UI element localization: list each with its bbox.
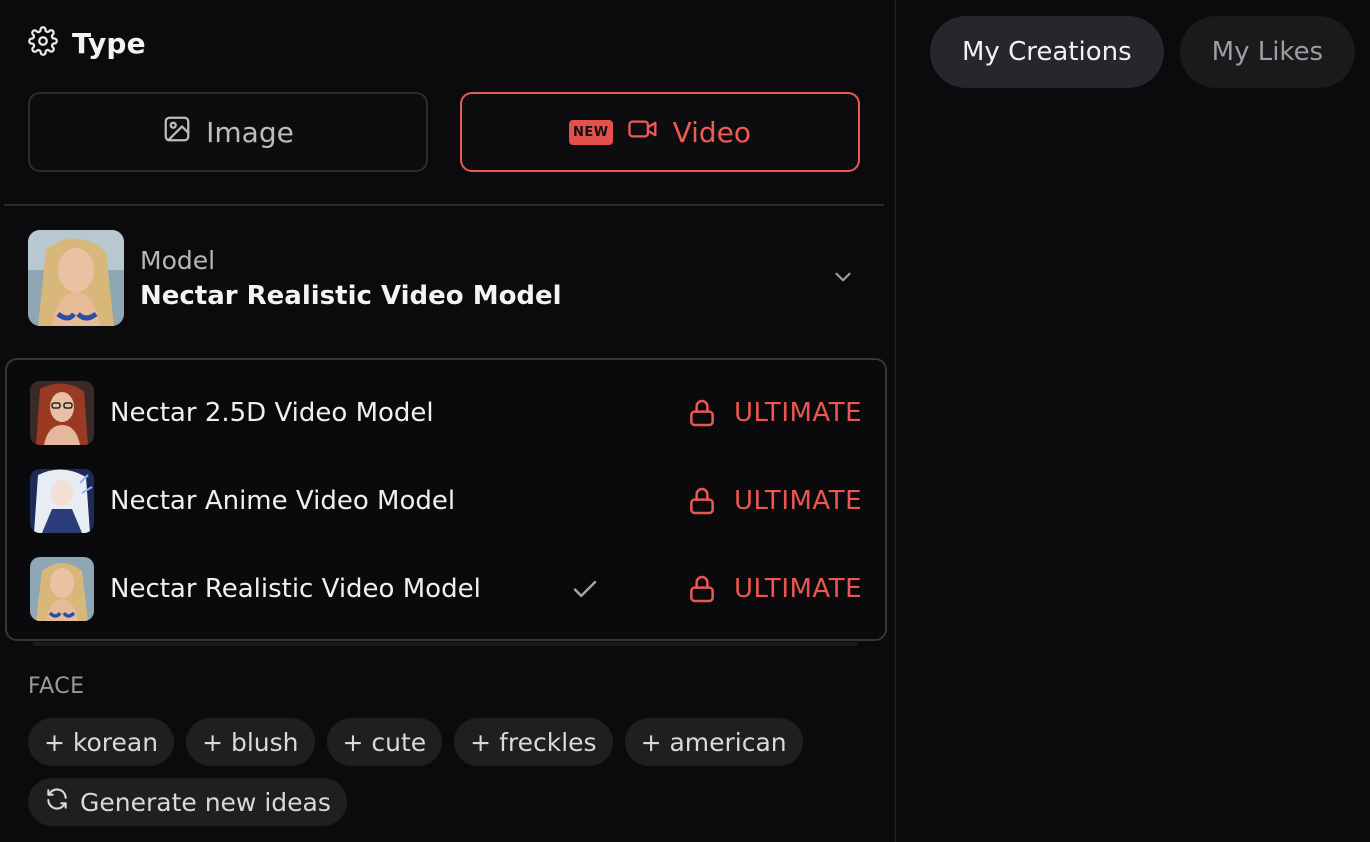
model-option-label: Nectar 2.5D Video Model <box>110 398 434 428</box>
generate-ideas-button[interactable]: Generate new ideas <box>28 778 347 826</box>
chip-korean[interactable]: + korean <box>28 718 175 766</box>
video-type-label: Video <box>672 115 752 149</box>
generate-ideas-label: Generate new ideas <box>80 787 331 817</box>
checkmark-icon <box>570 574 600 608</box>
new-badge: NEW <box>568 119 613 145</box>
type-section-header: Type <box>28 26 146 60</box>
model-option-thumbnail <box>30 469 94 533</box>
hidden-input-edge <box>32 642 858 646</box>
lock-icon <box>686 485 718 521</box>
refresh-icon <box>44 786 70 818</box>
model-option-thumbnail <box>30 381 94 445</box>
model-dropdown: Nectar 2.5D Video Model ULTIMATE Nectar … <box>5 358 887 641</box>
model-option-2-5d[interactable]: Nectar 2.5D Video Model ULTIMATE <box>30 380 870 446</box>
gallery-tabs: My Creations My Likes <box>930 16 1356 88</box>
chip-blush[interactable]: + blush <box>186 718 315 766</box>
model-thumbnail <box>28 230 124 326</box>
section-divider <box>4 204 884 206</box>
type-toggle: Image NEW Video <box>28 92 860 172</box>
video-camera-icon <box>627 114 659 151</box>
tier-badge: ULTIMATE <box>734 574 862 604</box>
chip-cute[interactable]: + cute <box>326 718 443 766</box>
image-type-label: Image <box>206 115 294 149</box>
face-chip-list: + korean + blush + cute + freckles + ame… <box>28 718 803 766</box>
video-type-button[interactable]: NEW Video <box>460 92 860 172</box>
tier-badge: ULTIMATE <box>734 486 862 516</box>
chip-freckles[interactable]: + freckles <box>454 718 613 766</box>
image-icon <box>162 114 192 151</box>
chevron-down-icon[interactable] <box>830 264 856 294</box>
model-option-anime[interactable]: Nectar Anime Video Model ULTIMATE <box>30 468 870 534</box>
model-value: Nectar Realistic Video Model <box>140 280 562 311</box>
model-option-realistic[interactable]: Nectar Realistic Video Model ULTIMATE <box>30 556 870 622</box>
tab-my-creations[interactable]: My Creations <box>930 16 1164 88</box>
model-option-label: Nectar Anime Video Model <box>110 486 456 516</box>
tier-badge: ULTIMATE <box>734 398 862 428</box>
model-label: Model <box>140 245 216 275</box>
gear-icon <box>28 26 58 60</box>
gallery-panel: My Creations My Likes <box>897 0 1370 842</box>
model-option-thumbnail <box>30 557 94 621</box>
face-section-label: FACE <box>28 674 85 699</box>
type-title: Type <box>72 26 146 60</box>
model-select[interactable]: Model Nectar Realistic Video Model <box>28 230 858 326</box>
tab-my-likes[interactable]: My Likes <box>1179 16 1356 88</box>
generator-panel: Type Image NEW Video Model Nectar Realis… <box>0 0 896 842</box>
image-type-button[interactable]: Image <box>28 92 428 172</box>
lock-icon <box>686 397 718 433</box>
model-option-label: Nectar Realistic Video Model <box>110 574 481 604</box>
lock-icon <box>686 573 718 609</box>
model-texts: Model Nectar Realistic Video Model <box>140 246 562 311</box>
chip-american[interactable]: + american <box>624 718 803 766</box>
